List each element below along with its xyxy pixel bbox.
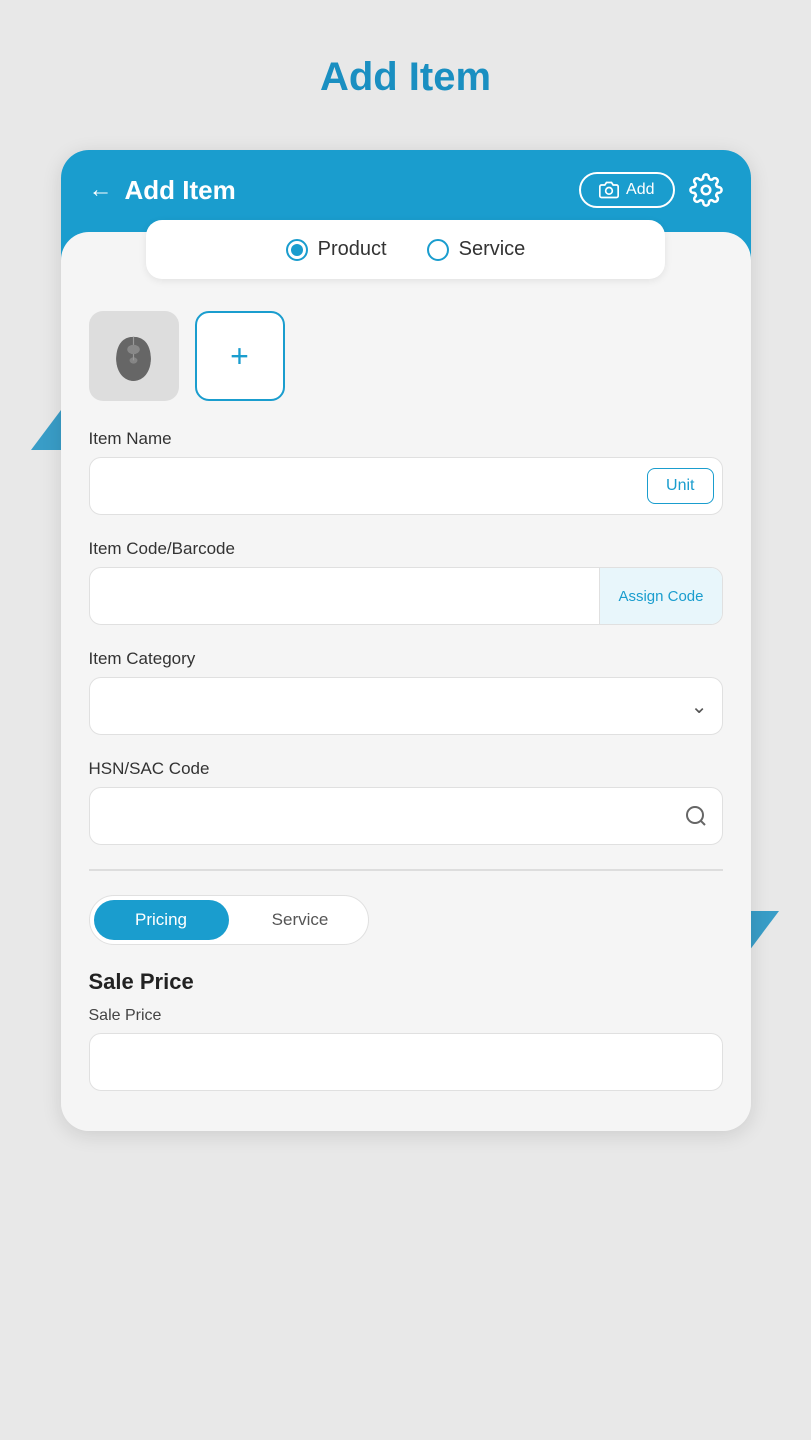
- service-radio-option[interactable]: Service: [427, 238, 526, 261]
- unit-button[interactable]: Unit: [647, 468, 713, 504]
- card-body: Product Service: [61, 232, 751, 1131]
- tab-service[interactable]: Service: [233, 896, 368, 944]
- item-name-input[interactable]: [90, 458, 648, 514]
- item-code-field-group: Item Code/Barcode Assign Code: [89, 539, 723, 625]
- card-wrapper: ← Add Item Add: [61, 150, 751, 1131]
- bottom-tabs: Pricing Service: [89, 895, 369, 945]
- search-icon: [684, 804, 708, 828]
- main-card: ← Add Item Add: [61, 150, 751, 1131]
- item-code-input-wrapper: Assign Code: [89, 567, 723, 625]
- product-radio-circle[interactable]: [286, 239, 308, 261]
- tab-pricing-label: Pricing: [135, 910, 187, 930]
- tab-service-label: Service: [272, 910, 329, 930]
- mouse-image-icon: [101, 329, 166, 384]
- service-radio-label: Service: [459, 238, 526, 261]
- header-left: ← Add Item: [89, 175, 236, 206]
- header-title: Add Item: [125, 175, 236, 206]
- hsn-sac-input[interactable]: [104, 788, 684, 844]
- add-image-button[interactable]: +: [195, 311, 285, 401]
- product-thumbnail: [89, 311, 179, 401]
- product-radio-label: Product: [318, 238, 387, 261]
- item-category-label: Item Category: [89, 649, 723, 669]
- page-title: Add Item: [320, 55, 491, 100]
- type-selector: Product Service: [146, 220, 666, 279]
- item-name-label: Item Name: [89, 429, 723, 449]
- item-code-label: Item Code/Barcode: [89, 539, 723, 559]
- chevron-down-icon: ⌄: [691, 694, 708, 719]
- hsn-sac-input-wrapper: [89, 787, 723, 845]
- sale-price-input-wrapper: [89, 1033, 723, 1091]
- item-category-dropdown[interactable]: ⌄: [89, 677, 723, 735]
- item-name-field-group: Item Name Unit: [89, 429, 723, 515]
- sale-price-title: Sale Price: [89, 969, 723, 995]
- product-radio-option[interactable]: Product: [286, 238, 387, 261]
- section-divider: [89, 869, 723, 871]
- hsn-sac-label: HSN/SAC Code: [89, 759, 723, 779]
- service-radio-circle[interactable]: [427, 239, 449, 261]
- gear-icon[interactable]: [689, 173, 723, 207]
- hsn-sac-field-group: HSN/SAC Code: [89, 759, 723, 845]
- back-arrow-icon[interactable]: ←: [89, 176, 113, 204]
- assign-code-button[interactable]: Assign Code: [599, 568, 721, 624]
- images-row: +: [89, 311, 723, 401]
- tab-pricing[interactable]: Pricing: [94, 900, 229, 940]
- sale-price-input[interactable]: [104, 1034, 708, 1090]
- sale-price-section: Sale Price Sale Price: [89, 969, 723, 1091]
- camera-icon: [599, 180, 619, 200]
- add-button-label: Add: [626, 181, 654, 199]
- item-code-input[interactable]: [90, 568, 600, 624]
- item-name-input-wrapper: Unit: [89, 457, 723, 515]
- item-category-field-group: Item Category ⌄: [89, 649, 723, 735]
- header-right: Add: [579, 172, 722, 208]
- sale-price-label: Sale Price: [89, 1007, 723, 1025]
- add-button[interactable]: Add: [579, 172, 674, 208]
